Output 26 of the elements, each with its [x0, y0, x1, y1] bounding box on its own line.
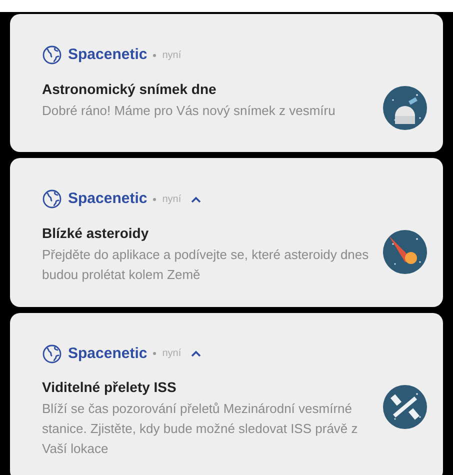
notification-title: Blízké asteroidy: [42, 224, 150, 242]
timestamp: nyní: [162, 48, 182, 63]
globe-icon: [42, 344, 62, 364]
app-name: Spacenetic: [68, 189, 148, 209]
caret-icon[interactable]: [191, 350, 202, 358]
asteroid-icon: [383, 230, 427, 274]
timestamp: nyní: [162, 347, 182, 362]
app-name: Spacenetic: [68, 45, 148, 65]
notification-title: Viditelné přelety ISS: [42, 378, 178, 397]
observatory-icon: [383, 86, 427, 130]
app-name: Spacenetic: [68, 344, 148, 364]
station-icon: [383, 384, 427, 428]
notification-body: Dobré ráno! Máme pro Vás nový snímek z vesmíru: [42, 102, 336, 120]
notification-card[interactable]: Spacenetic nyní Viditelné přelety ISS Blíží se čas pozorování přeletů Mezinárodní vesmírné stanice. Zjistěte, kdy bude možné sledovat ISS právě z Vaší lokace: [10, 312, 443, 475]
notification-card[interactable]: Spacenetic nyní Blízké asteroidy Přejděte do aplikace a podívejte se, které asteroidy dnes budou prolétat kolem Země: [10, 158, 443, 306]
globe-icon: [42, 189, 62, 210]
timestamp: nyní: [162, 192, 182, 207]
notification-body: Přejděte do aplikace a podívejte se, které asteroidy dnes budou prolétat kolem Země: [42, 246, 370, 284]
notification-card[interactable]: Spacenetic nyní Astronomický snímek dne Dobré ráno! Máme pro Vás nový snímek z vesmíru: [10, 14, 443, 152]
notification-title: Astronomický snímek dne: [42, 80, 218, 98]
caret-icon[interactable]: [191, 196, 202, 203]
separator-dot: [153, 54, 156, 57]
globe-icon: [42, 45, 62, 66]
notification-body: Blíží se čas pozorování přeletů Mezinárodní vesmírné stanice. Zjistěte, kdy bude možné sledovat ISS právě z Vaší lokace: [42, 400, 359, 458]
separator-dot: [153, 198, 156, 201]
separator-dot: [153, 352, 156, 356]
